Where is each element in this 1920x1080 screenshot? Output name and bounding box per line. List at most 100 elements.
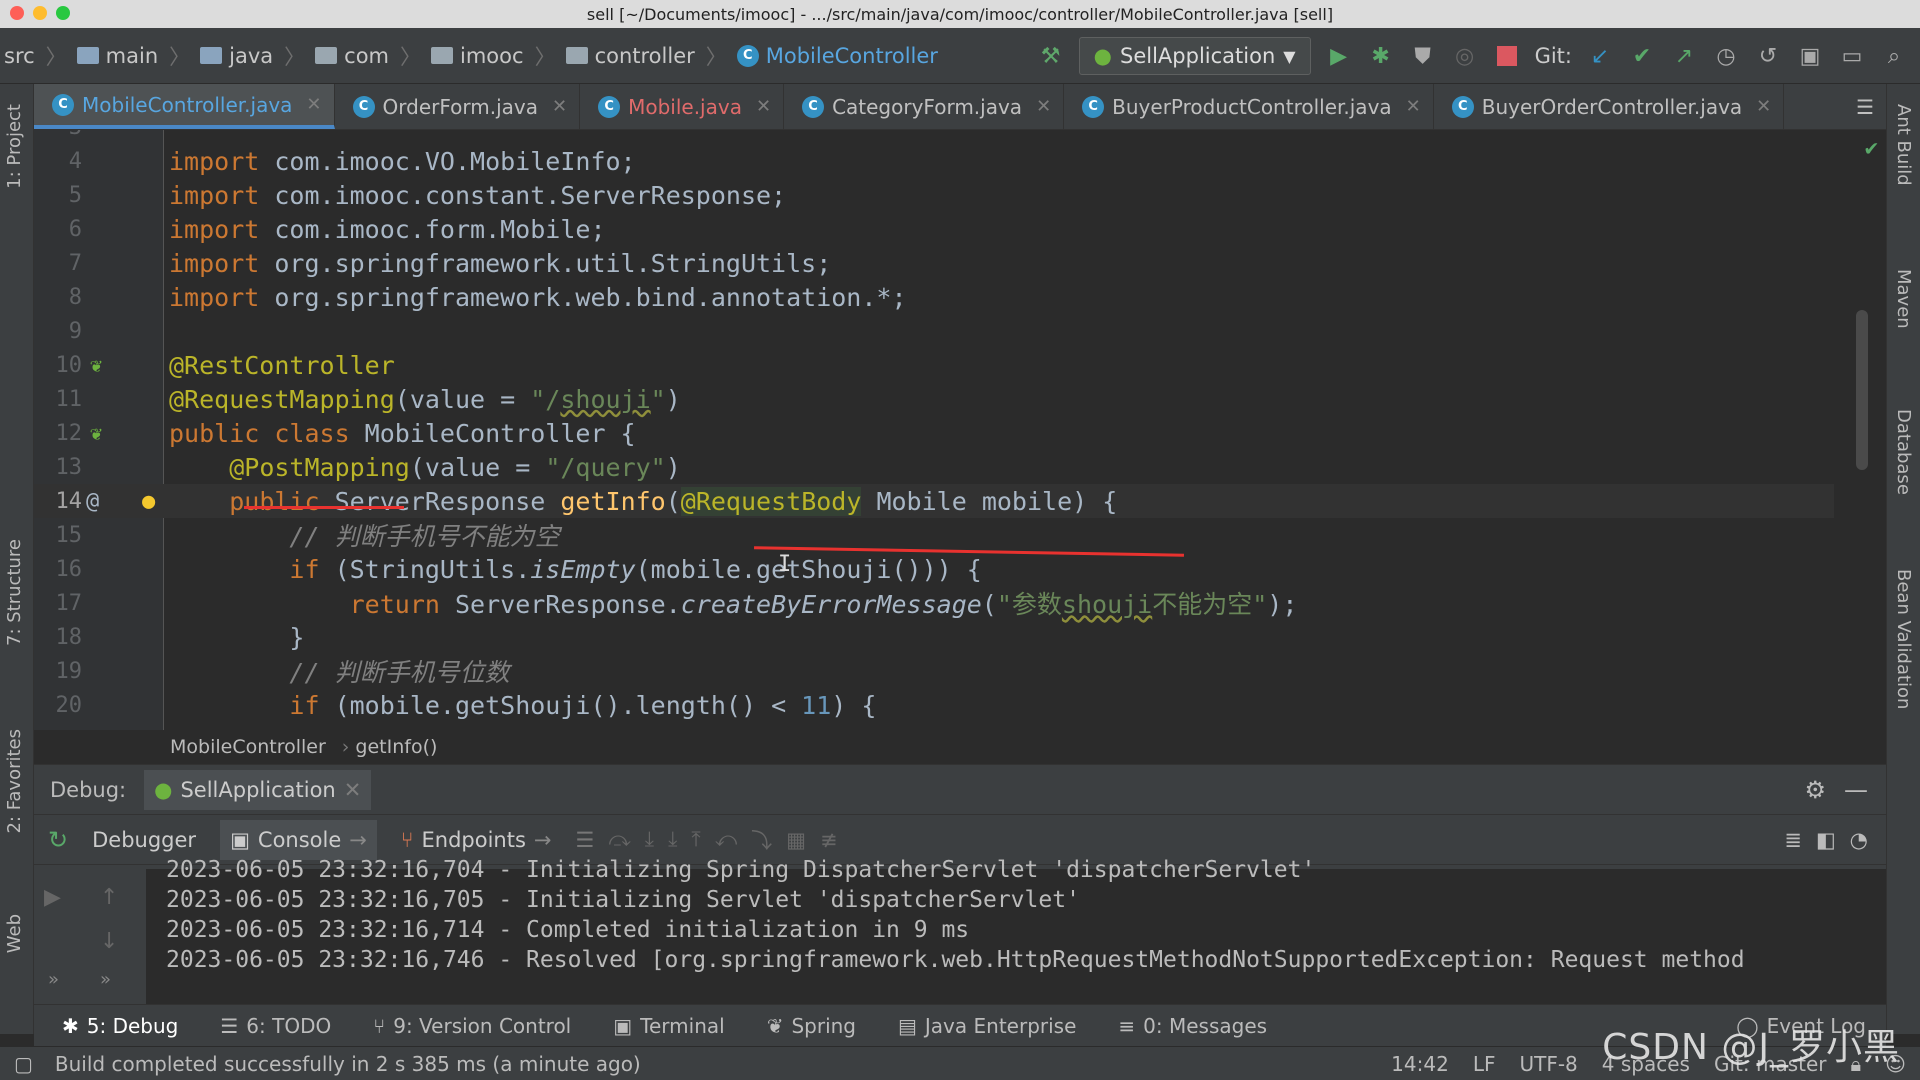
- drop-frame-icon[interactable]: ⤺: [715, 827, 737, 852]
- tab-orderform[interactable]: C OrderForm.java ✕: [335, 84, 581, 129]
- step-out-icon[interactable]: ⤒: [691, 827, 700, 852]
- rerun-icon[interactable]: ↻: [48, 826, 68, 854]
- nav-crumb-controller[interactable]: controller 〉: [565, 41, 731, 71]
- tool-messages[interactable]: ≡ 0: Messages: [1118, 1014, 1267, 1038]
- layout-icon[interactable]: ◧: [1816, 828, 1836, 852]
- tool-window-favorites[interactable]: 2: Favorites: [4, 729, 25, 834]
- breadcrumb-method[interactable]: getInfo(): [355, 736, 437, 758]
- tab-debugger[interactable]: Debugger: [82, 820, 206, 860]
- toggle-tool-windows-icon[interactable]: ▢: [14, 1052, 33, 1076]
- close-icon[interactable]: ✕: [1406, 96, 1421, 117]
- trace-icon[interactable]: ≢: [820, 828, 838, 852]
- evaluate-icon[interactable]: ▦: [786, 828, 806, 852]
- step-into-icon[interactable]: ⤓: [645, 827, 654, 852]
- caret-position[interactable]: 14:42: [1391, 1052, 1449, 1076]
- nav-crumb-imooc[interactable]: imooc 〉: [431, 41, 560, 71]
- chevron-right-icon: 〉: [45, 44, 67, 69]
- code-editor[interactable]: ✔ 3 4 import com.imooc.VO.MobileInfo; 5 im…: [34, 130, 1886, 730]
- coverage-icon[interactable]: ⛊: [1409, 42, 1437, 70]
- close-icon[interactable]: ✕: [306, 94, 321, 115]
- endpoint-icon[interactable]: @: [86, 489, 99, 514]
- editor-scrollbar[interactable]: [1856, 310, 1868, 470]
- code-token: "参数: [996, 590, 1062, 619]
- resume-icon[interactable]: ▶: [44, 885, 61, 910]
- up-arrow-icon[interactable]: ↑: [100, 885, 118, 910]
- tool-debug[interactable]: ✱ 5: Debug: [62, 1014, 178, 1038]
- maximize-window-button[interactable]: [56, 6, 70, 20]
- debug-session-tab[interactable]: ● SellApplication ✕: [144, 769, 372, 810]
- tab-console[interactable]: ▣ Console →: [220, 819, 377, 860]
- close-icon[interactable]: ✕: [756, 96, 771, 117]
- close-icon[interactable]: ✕: [344, 778, 362, 802]
- minimize-window-button[interactable]: [33, 6, 47, 20]
- tool-spring[interactable]: ❦ Spring: [767, 1014, 856, 1038]
- tab-list-menu-icon[interactable]: ☰: [1838, 84, 1886, 129]
- tab-mobilecontroller[interactable]: C MobileController.java ✕: [34, 84, 335, 129]
- tab-endpoints[interactable]: ⑂ Endpoints →: [391, 820, 562, 860]
- nav-crumb-com[interactable]: com 〉: [315, 41, 425, 71]
- git-update-icon[interactable]: ↙: [1586, 42, 1614, 70]
- tool-window-bean-validation[interactable]: Bean Validation: [1893, 569, 1914, 709]
- tab-buyerordercontroller[interactable]: C BuyerOrderController.java ✕: [1434, 84, 1785, 129]
- close-icon[interactable]: ✕: [1036, 96, 1051, 117]
- console-output[interactable]: 2023-06-05 23:32:16,704 - Initializing S…: [146, 857, 1886, 1005]
- status-message[interactable]: Build completed successfully in 2 s 385 …: [55, 1052, 641, 1076]
- tool-terminal[interactable]: ▣ Terminal: [613, 1014, 724, 1038]
- debug-icon[interactable]: ✱: [1367, 42, 1395, 70]
- memory-icon[interactable]: ◔: [1850, 828, 1868, 852]
- nav-crumb-src[interactable]: src 〉: [4, 41, 71, 71]
- down-arrow-icon[interactable]: ↓: [100, 929, 118, 954]
- gear-icon[interactable]: ⚙: [1804, 776, 1826, 804]
- tool-window-ant-build[interactable]: Ant Build: [1893, 104, 1914, 186]
- file-encoding[interactable]: UTF-8: [1519, 1052, 1577, 1076]
- force-step-into-icon[interactable]: ⤓: [668, 827, 677, 852]
- breadcrumb-class[interactable]: MobileController: [170, 736, 326, 758]
- tab-buyerproductcontroller[interactable]: C BuyerProductController.java ✕: [1064, 84, 1434, 129]
- tool-version-control[interactable]: ⑂ 9: Version Control: [373, 1014, 571, 1038]
- tool-window-database[interactable]: Database: [1893, 409, 1914, 495]
- nav-crumb-java[interactable]: java 〉: [200, 41, 309, 71]
- close-window-button[interactable]: [10, 6, 24, 20]
- lightbulb-icon[interactable]: ●: [142, 489, 155, 514]
- code-token: return: [349, 590, 455, 619]
- endpoints-icon: ⑂: [400, 827, 414, 852]
- nav-crumb-mobilecontroller[interactable]: C MobileController: [736, 44, 938, 68]
- stop-icon[interactable]: [1493, 42, 1521, 70]
- git-commit-icon[interactable]: ✔: [1628, 42, 1656, 70]
- tool-todo[interactable]: ☰ 6: TODO: [220, 1014, 331, 1038]
- git-push-icon[interactable]: ↗: [1670, 42, 1698, 70]
- spring-bean-icon[interactable]: ❦: [90, 353, 102, 377]
- tool-window-web[interactable]: Web: [4, 914, 25, 953]
- close-icon[interactable]: ✕: [552, 96, 567, 117]
- tool-window-project[interactable]: 1: Project: [4, 104, 25, 189]
- run-configuration-dropdown[interactable]: ● SellApplication ▼: [1078, 37, 1311, 75]
- show-frames-icon[interactable]: ☰: [576, 828, 595, 852]
- build-hammer-icon[interactable]: ⚒: [1037, 42, 1065, 70]
- project-structure-icon[interactable]: ▣: [1796, 42, 1824, 70]
- run-to-cursor-icon[interactable]: ⤵: [751, 825, 772, 855]
- tool-window-maven[interactable]: Maven: [1893, 269, 1914, 329]
- expand-icon[interactable]: »: [48, 969, 59, 990]
- run-icon[interactable]: ▶: [1325, 42, 1353, 70]
- rollback-icon[interactable]: ↺: [1754, 42, 1782, 70]
- profile-icon[interactable]: ◎: [1451, 42, 1479, 70]
- restore-layout-icon[interactable]: ≣: [1784, 828, 1802, 852]
- spring-bean-icon[interactable]: ❦: [90, 421, 102, 445]
- nav-crumb-main[interactable]: main 〉: [76, 41, 194, 71]
- code-line: 3: [34, 130, 1834, 144]
- tab-mobile[interactable]: C Mobile.java ✕: [580, 84, 785, 129]
- tab-label: CategoryForm.java: [832, 94, 1023, 119]
- git-history-icon[interactable]: ◷: [1712, 42, 1740, 70]
- window-controls: [10, 6, 70, 20]
- step-over-icon[interactable]: ⤼: [608, 827, 630, 852]
- line-separator[interactable]: LF: [1473, 1052, 1496, 1076]
- close-icon[interactable]: ✕: [1756, 96, 1771, 117]
- minimize-icon[interactable]: —: [1844, 776, 1868, 804]
- tool-java-enterprise[interactable]: ▤ Java Enterprise: [898, 1014, 1076, 1038]
- tool-window-structure[interactable]: 7: Structure: [4, 539, 25, 646]
- tab-categoryform[interactable]: C CategoryForm.java ✕: [784, 84, 1065, 129]
- search-icon[interactable]: ⌕: [1880, 42, 1908, 70]
- expand-icon[interactable]: »: [100, 969, 111, 990]
- class-icon: C: [736, 44, 759, 67]
- presentation-icon[interactable]: ▭: [1838, 42, 1866, 70]
